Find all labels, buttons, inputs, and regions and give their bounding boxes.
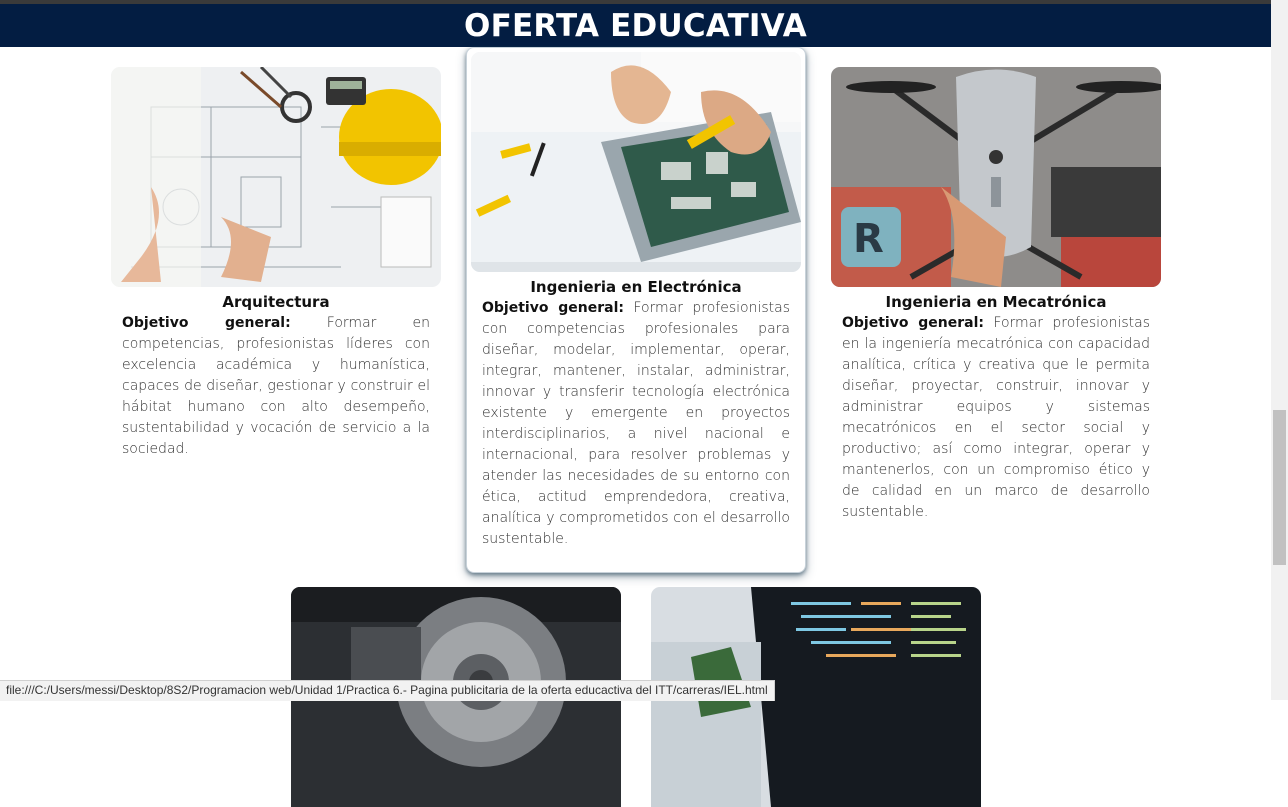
vertical-scrollbar[interactable] [1271,0,1288,700]
browser-status-bar: file:///C:/Users/messi/Desktop/8S2/Progr… [0,680,775,701]
objective-text: Formar en competencias, profesionistas l… [122,315,430,457]
career-image-electronica [471,52,801,272]
architecture-image [111,67,441,287]
career-description: Objetivo general: Formar en competencias… [122,313,430,460]
page-title: OFERTA EDUCATIVA [464,8,807,44]
career-title: Ingenieria en Electrónica [530,278,742,296]
career-title: Arquitectura [222,293,330,311]
status-url: file:///C:/Users/messi/Desktop/8S2/Progr… [6,683,768,697]
scrollbar-thumb[interactable] [1273,410,1286,565]
objective-text: Formar profesionistas con competencias p… [482,300,790,547]
objective-label: Objetivo general: [482,300,624,316]
objective-label: Objetivo general: [842,315,984,331]
svg-text:R: R [853,216,884,262]
career-image-arquitectura [111,67,441,287]
objective-text: Formar profesionistas en la ingeniería m… [842,315,1150,520]
drone-image: R [831,67,1161,287]
career-description: Objetivo general: Formar profesionistas … [842,313,1150,523]
career-card-arquitectura[interactable]: Arquitectura Objetivo general: Formar en… [111,67,441,460]
objective-label: Objetivo general: [122,315,291,331]
page-banner: OFERTA EDUCATIVA [0,4,1271,47]
career-card-electronica[interactable]: Ingenieria en Electrónica Objetivo gener… [466,47,806,573]
career-title: Ingenieria en Mecatrónica [885,293,1107,311]
career-image-mecatronica: R [831,67,1161,287]
career-card-mecatronica[interactable]: R Ingenieria en Mecatrónica Objetivo gen… [831,67,1161,523]
career-description: Objetivo general: Formar profesionistas … [482,298,790,550]
electronics-image [471,52,801,272]
